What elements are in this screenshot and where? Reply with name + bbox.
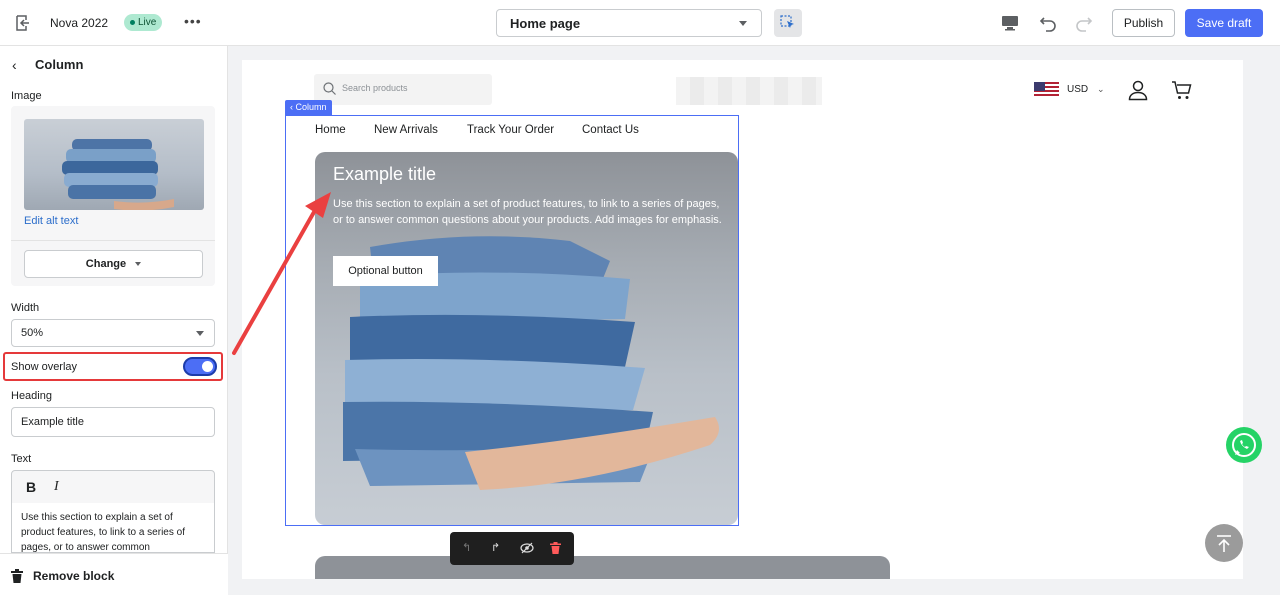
block-toolbar: ↰ ↱ [450,532,574,565]
inspector-toggle-button[interactable] [774,9,802,37]
hero-text: Use this section to explain a set of pro… [333,198,722,226]
live-dot-icon [130,20,135,25]
width-select[interactable]: 50% [11,319,215,347]
italic-button[interactable]: I [54,479,59,495]
cart-icon[interactable] [1171,79,1193,101]
status-badge-label: Live [138,17,157,28]
heading-label: Heading [11,390,52,402]
account-icon[interactable] [1127,79,1149,101]
store-logo[interactable] [676,77,822,105]
exit-icon[interactable] [14,14,32,32]
hide-eye-icon[interactable] [520,542,534,554]
show-overlay-setting: Show overlay [3,352,223,381]
currency-selector[interactable]: USD [1067,84,1088,95]
status-badge: Live [124,14,163,31]
hero-column-block[interactable]: Example title Use this section to explai… [315,152,738,525]
column-tag-label: Column [295,102,327,112]
move-up-icon[interactable]: ↰ [462,541,471,554]
undo-icon[interactable] [1038,13,1058,33]
page-selector[interactable]: Home page [496,9,762,37]
chevron-down-icon [196,331,204,336]
change-image-button[interactable]: Change [24,250,203,278]
trash-icon [11,569,23,583]
remove-block-label: Remove block [33,569,115,583]
sidebar-title: Column [35,57,84,72]
page-selector-value: Home page [510,16,581,31]
bold-button[interactable]: B [26,479,36,495]
image-picker: Edit alt text Change [11,106,215,286]
heading-field[interactable]: Example title [11,407,215,437]
width-select-value: 50% [21,327,44,339]
change-image-label: Change [85,258,127,270]
store-search-input[interactable]: Search products [314,74,492,105]
optional-button[interactable]: Optional button [333,256,438,286]
back-chevron-icon[interactable]: ‹ [12,57,17,73]
delete-icon[interactable] [550,542,561,554]
store-name: Nova 2022 [50,16,109,30]
scroll-to-top-button[interactable] [1205,524,1243,562]
show-overlay-toggle[interactable] [183,357,217,376]
nav-item-home[interactable]: Home [315,124,346,136]
remove-block-button[interactable]: Remove block [0,553,228,595]
publish-button[interactable]: Publish [1112,9,1175,37]
text-label: Text [11,453,32,465]
arrow-up-icon [1217,535,1231,552]
us-flag-icon [1034,82,1059,98]
search-placeholder: Search products [342,83,408,93]
rich-text-toolbar: B I [11,470,215,504]
edit-alt-text-link[interactable]: Edit alt text [24,215,78,227]
toggle-knob [202,361,213,372]
chevron-down-icon [739,21,747,26]
nav-item-track-order[interactable]: Track Your Order [467,124,554,136]
preview-canvas: Search products USD ⌄ ‹ Column Home New … [242,60,1243,579]
text-editor-content: Use this section to explain a set of pro… [21,512,185,553]
image-thumbnail[interactable] [24,119,204,210]
redo-icon[interactable] [1074,13,1094,33]
nav-item-contact[interactable]: Contact Us [582,124,639,136]
desktop-preview-icon[interactable] [1000,13,1020,33]
caret-down-icon [135,262,142,267]
whatsapp-chat-icon[interactable] [1226,427,1262,463]
save-draft-button[interactable]: Save draft [1185,9,1263,37]
search-icon [323,82,336,95]
move-down-icon[interactable]: ↱ [491,541,500,554]
nav-item-new-arrivals[interactable]: New Arrivals [374,124,438,136]
settings-sidebar: ‹ Column Image Edit alt text Change Widt… [0,46,228,595]
more-actions-icon[interactable]: ••• [184,13,202,29]
sidebar-header: ‹ Column [0,46,228,82]
hero-title: Example title [333,164,437,184]
column-selection-tag[interactable]: ‹ Column [285,100,332,115]
next-block-preview[interactable] [315,556,890,579]
image-label: Image [11,90,42,102]
divider [11,240,215,241]
top-bar: Nova 2022 Live ••• Home page Publish Sav… [0,0,1280,46]
show-overlay-label: Show overlay [11,361,78,373]
chevron-down-icon: ⌄ [1097,84,1105,94]
text-editor[interactable]: Use this section to explain a set of pro… [11,503,215,553]
select-cursor-icon [780,15,794,28]
width-label: Width [11,302,40,314]
heading-field-value: Example title [21,416,84,428]
